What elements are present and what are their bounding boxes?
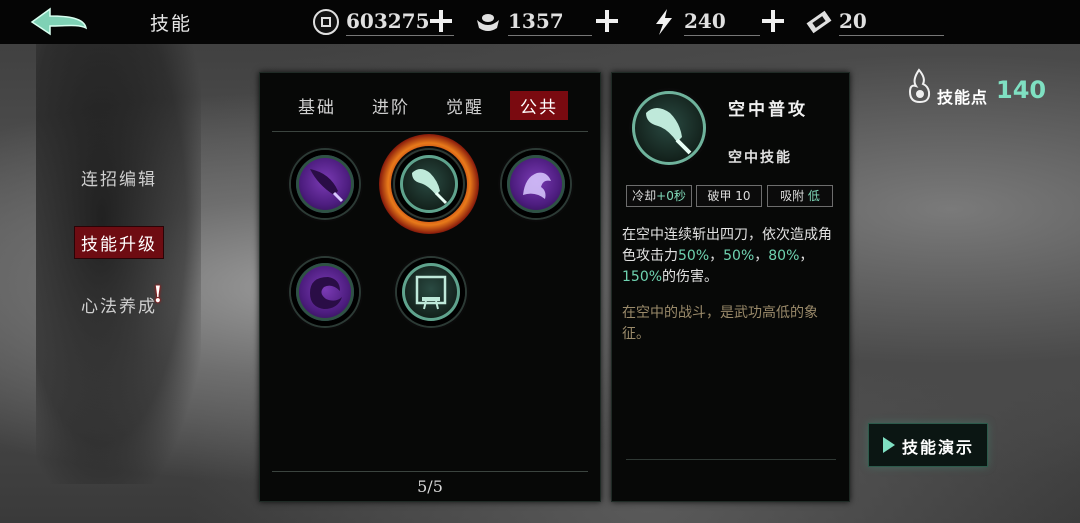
skill-slot-2-selected[interactable]	[395, 150, 463, 218]
purple-beast-skill-icon	[507, 155, 565, 213]
tab-advanced[interactable]: 进阶	[372, 93, 410, 118]
stat-cooldown-value: +0秒	[656, 189, 686, 203]
skill-flavor-text: 在空中的战斗，是武功高低的象征。	[622, 305, 818, 342]
air-sword-skill-icon	[400, 155, 458, 213]
page-indicator: 5/5	[417, 477, 443, 496]
ticket-icon	[806, 10, 832, 34]
stat-armor-break: 破甲 10	[696, 185, 762, 207]
desc-sep-1: ，	[709, 248, 724, 264]
page-title: 技能	[150, 13, 193, 35]
play-icon	[883, 437, 895, 453]
teal-banner-skill-icon	[402, 263, 460, 321]
skill-type: 空中技能	[728, 150, 792, 166]
coin-value: 603275	[346, 9, 430, 33]
footer-divider	[272, 471, 588, 472]
ticket-resource: 20	[805, 6, 945, 38]
top-bar: 技能 603275 1357 240 20	[0, 0, 1080, 44]
desc-sep-3: ，	[799, 248, 814, 264]
tab-divider	[272, 131, 588, 132]
sidebar-item-skill-upgrade[interactable]: 技能升级	[75, 227, 163, 258]
ticket-value: 20	[839, 9, 867, 33]
stat-cooldown-label: 冷却	[632, 189, 657, 203]
add-coin-button[interactable]	[428, 8, 454, 34]
air-sword-skill-large-icon	[632, 91, 706, 165]
sidebar-item-combo-edit[interactable]: 连招编辑	[81, 165, 157, 190]
desc-value-4: 150%	[622, 269, 663, 285]
energy-value: 240	[684, 9, 726, 33]
skill-demo-label: 技能演示	[902, 438, 975, 457]
skill-slot-1[interactable]	[291, 150, 359, 218]
tab-awakening[interactable]: 觉醒	[446, 93, 484, 118]
desc-value-3: 80%	[768, 248, 800, 264]
sidebar-item-mind-training[interactable]: 心法养成	[81, 292, 157, 317]
desc-value-2: 50%	[723, 248, 755, 264]
stat-armor-break-label: 破甲	[707, 189, 732, 203]
skill-description: 在空中连续斩出四刀，依次造成角色攻击力50%，50%，80%，150%的伤害。	[622, 225, 842, 288]
skill-name: 空中普攻	[728, 100, 808, 120]
purple-whirl-skill-icon	[296, 263, 354, 321]
notification-badge: !	[153, 282, 163, 308]
energy-resource: 240	[650, 6, 760, 38]
flame-skill-point-icon	[908, 68, 931, 104]
skill-detail-panel: 空中普攻 空中技能 冷却+0秒 破甲 10 吸附 低 在空中连续斩出四刀，依次造…	[611, 72, 850, 502]
skill-slot-3[interactable]	[502, 150, 570, 218]
skill-demo-button[interactable]: 技能演示	[868, 423, 988, 467]
silver-ingot-icon	[477, 14, 499, 31]
purple-sword-skill-icon	[296, 155, 354, 213]
stat-armor-break-value: 10	[735, 189, 751, 203]
stat-cooldown: 冷却+0秒	[626, 185, 692, 207]
sidebar	[36, 44, 201, 484]
ingot-value: 1357	[508, 9, 564, 33]
back-arrow-icon[interactable]	[28, 6, 90, 38]
skill-points-label: 技能点	[937, 88, 989, 107]
ingot-resource: 1357	[474, 6, 614, 38]
coin-icon	[313, 9, 339, 35]
add-energy-button[interactable]	[760, 8, 786, 34]
skill-slot-5[interactable]	[397, 258, 465, 326]
tab-basic[interactable]: 基础	[298, 93, 336, 118]
lightning-energy-icon	[656, 9, 672, 35]
stat-adsorption-value: 低	[807, 189, 820, 203]
desc-value-1: 50%	[678, 248, 710, 264]
skill-slot-4[interactable]	[291, 258, 359, 326]
stat-adsorption: 吸附 低	[767, 185, 833, 207]
stat-adsorption-label: 吸附	[780, 189, 805, 203]
skill-points-value: 140	[996, 76, 1047, 104]
add-ingot-button[interactable]	[594, 8, 620, 34]
tab-common[interactable]: 公共	[510, 91, 568, 120]
desc-suffix: 的伤害。	[662, 269, 719, 285]
desc-sep-2: ，	[754, 248, 769, 264]
detail-divider	[626, 459, 836, 460]
